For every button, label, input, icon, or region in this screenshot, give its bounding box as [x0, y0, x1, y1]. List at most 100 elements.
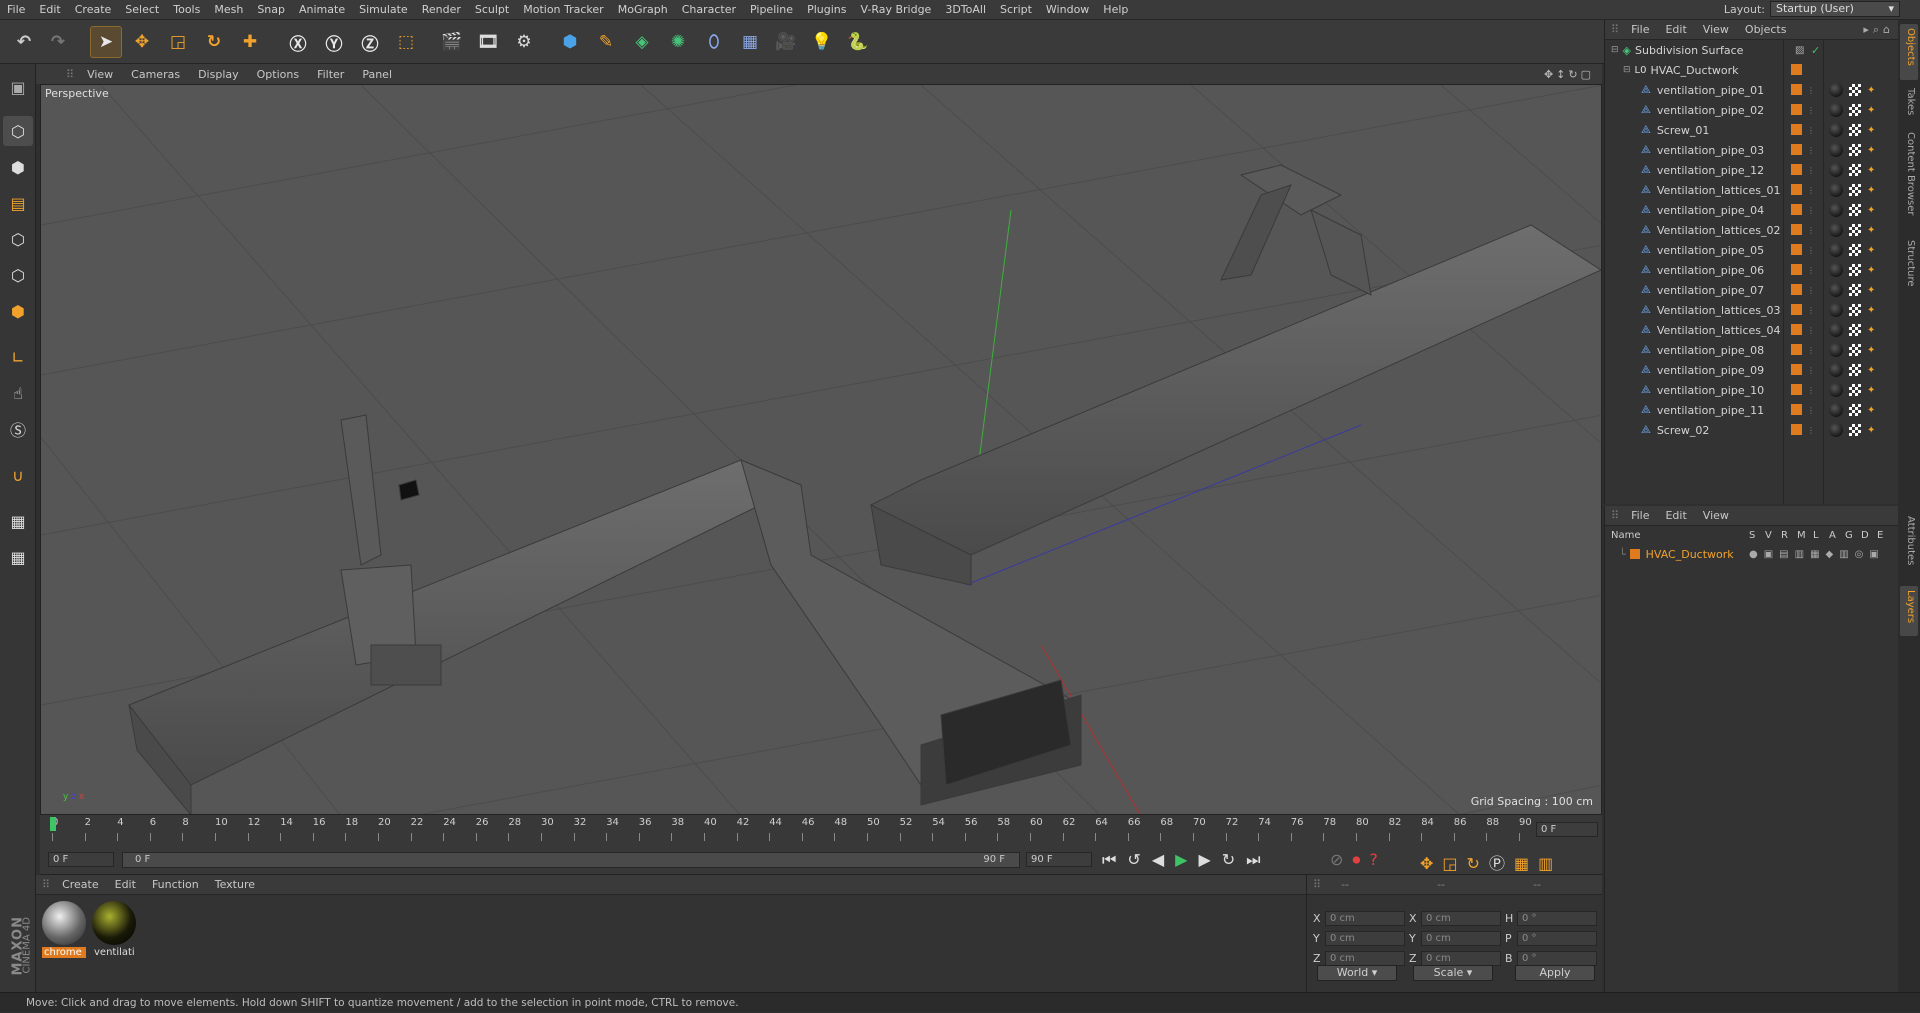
coord-value-field[interactable]: 0 cm — [1325, 911, 1405, 926]
object-row[interactable]: ⟁ ventilation_pipe_06 ⋮ ✦ — [1605, 260, 1901, 280]
menu-3dtoall[interactable]: 3DToAll — [938, 0, 993, 20]
visibility-dots-icon[interactable]: ⋮ — [1807, 226, 1815, 235]
menu-v-ray-bridge[interactable]: V-Ray Bridge — [853, 0, 938, 20]
z-axis-icon[interactable]: Ⓩ — [354, 26, 386, 58]
menu-animate[interactable]: Animate — [292, 0, 352, 20]
python-icon[interactable]: 🐍 — [842, 26, 874, 58]
texture-tag-icon[interactable] — [1849, 324, 1861, 336]
phong-tag-icon[interactable]: ✦ — [1867, 405, 1875, 416]
phong-tag-icon[interactable]: ✦ — [1867, 125, 1875, 136]
camera-icon[interactable]: 🎥 — [770, 26, 802, 58]
viewport-menu-panel[interactable]: Panel — [353, 68, 401, 81]
collapse-icon[interactable]: ⊟ — [1623, 65, 1631, 75]
frame-range-slider[interactable]: 0 F 90 F — [122, 852, 1020, 868]
layer-color-tag[interactable] — [1791, 164, 1802, 175]
scale-tool-icon[interactable]: ◲ — [162, 26, 194, 58]
viewport-menu-view[interactable]: View — [78, 68, 122, 81]
visibility-dots-icon[interactable]: ⋮ — [1807, 346, 1815, 355]
material-tag-icon[interactable] — [1829, 163, 1843, 177]
visibility-dots-icon[interactable]: ⋮ — [1807, 326, 1815, 335]
key-param-icon[interactable]: Ⓟ — [1489, 854, 1514, 873]
visibility-dots-icon[interactable]: ⋮ — [1807, 166, 1815, 175]
collapse-icon[interactable]: ⊟ — [1611, 45, 1619, 55]
coord-value-field[interactable]: 0 cm — [1421, 911, 1501, 926]
layer-color-tag[interactable] — [1791, 124, 1802, 135]
enable-check-icon[interactable]: ▨ — [1795, 45, 1804, 56]
coord-value-field[interactable]: 0 cm — [1325, 951, 1405, 966]
menu-character[interactable]: Character — [675, 0, 743, 20]
layer-column-header[interactable]: L — [1813, 530, 1819, 541]
layer-column-header[interactable]: V — [1765, 530, 1772, 541]
menu-script[interactable]: Script — [993, 0, 1039, 20]
material-tag-icon[interactable] — [1829, 123, 1843, 137]
material-tag-icon[interactable] — [1829, 323, 1843, 337]
floor-icon[interactable]: ▦ — [734, 26, 766, 58]
play-icon[interactable]: ▶ — [1175, 850, 1198, 869]
object-row-subdivision[interactable]: ⊟ ◈ Subdivision Surface ▨ ✓ — [1605, 40, 1901, 60]
object-row[interactable]: ⟁ ventilation_pipe_01 ⋮ ✦ — [1605, 80, 1901, 100]
layer-color-swatch[interactable] — [1629, 549, 1640, 559]
layers-menu-view[interactable]: View — [1695, 509, 1737, 522]
objects-menu-objects[interactable]: Objects — [1737, 23, 1795, 36]
menu-mograph[interactable]: MoGraph — [611, 0, 675, 20]
timeline-ruler[interactable]: 0246810121416182022242628303234363840424… — [40, 815, 1602, 845]
model-mode-icon[interactable]: ⬡ — [3, 116, 33, 146]
visibility-dots-icon[interactable]: ⋮ — [1807, 306, 1815, 315]
coord-value-field[interactable]: 0 ° — [1517, 951, 1597, 966]
layer-color-tag[interactable] — [1791, 184, 1802, 195]
material-tag-icon[interactable] — [1829, 283, 1843, 297]
render-picture-viewer-icon[interactable]: 🎞 — [472, 26, 504, 58]
tab-content-browser[interactable]: Content Browser — [1900, 128, 1918, 232]
material-tag-icon[interactable] — [1829, 423, 1843, 437]
menu-file[interactable]: File — [0, 0, 32, 20]
phong-tag-icon[interactable]: ✦ — [1867, 385, 1875, 396]
apply-button[interactable]: Apply — [1515, 965, 1595, 981]
layer-color-tag[interactable] — [1791, 284, 1802, 295]
tab-structure[interactable]: Structure — [1900, 236, 1918, 296]
texture-tag-icon[interactable] — [1849, 404, 1861, 416]
object-row[interactable]: ⟁ Screw_02 ⋮ ✦ — [1605, 420, 1901, 440]
menu-pipeline[interactable]: Pipeline — [743, 0, 800, 20]
layer-name[interactable]: HVAC_Ductwork — [1646, 548, 1734, 561]
visibility-dots-icon[interactable]: ⋮ — [1807, 386, 1815, 395]
visibility-dots-icon[interactable]: ⋮ — [1807, 286, 1815, 295]
visibility-dots-icon[interactable]: ⋮ — [1807, 106, 1815, 115]
visibility-dots-icon[interactable]: ⋮ — [1807, 146, 1815, 155]
key-position-icon[interactable]: ✥ — [1420, 854, 1442, 873]
material-menu-texture[interactable]: Texture — [207, 878, 263, 891]
grid-snap-icon[interactable]: ▦ — [3, 542, 33, 572]
texture-tag-icon[interactable] — [1849, 264, 1861, 276]
menu-tools[interactable]: Tools — [166, 0, 207, 20]
coordinate-system-icon[interactable]: ⬚ — [390, 26, 422, 58]
viewport-menu-options[interactable]: Options — [248, 68, 308, 81]
visibility-dots-icon[interactable]: ⋮ — [1807, 266, 1815, 275]
phong-tag-icon[interactable]: ✦ — [1867, 225, 1875, 236]
material-tag-icon[interactable] — [1829, 343, 1843, 357]
layer-column-header[interactable]: E — [1877, 530, 1883, 541]
subdivision-icon[interactable]: ◈ — [626, 26, 658, 58]
visibility-dots-icon[interactable]: ⋮ — [1807, 246, 1815, 255]
coord-value-field[interactable]: 0 ° — [1517, 911, 1597, 926]
material-ventilation[interactable]: ventilati — [92, 901, 136, 961]
tab-attributes[interactable]: Attributes — [1900, 512, 1918, 582]
material-chrome[interactable]: chrome — [42, 901, 86, 961]
menu-render[interactable]: Render — [415, 0, 468, 20]
material-tag-icon[interactable] — [1829, 143, 1843, 157]
step-forward-icon[interactable]: ▶ — [1198, 850, 1221, 869]
layer-row[interactable]: └ HVAC_Ductwork ●▣▤▥▦◆▥◎▣ — [1605, 546, 1901, 562]
phong-tag-icon[interactable]: ✦ — [1867, 205, 1875, 216]
world-dropdown[interactable]: World ▾ — [1317, 965, 1397, 981]
object-row[interactable]: ⟁ ventilation_pipe_03 ⋮ ✦ — [1605, 140, 1901, 160]
material-tag-icon[interactable] — [1829, 243, 1843, 257]
material-tag-icon[interactable] — [1829, 363, 1843, 377]
menu-select[interactable]: Select — [118, 0, 166, 20]
start-frame-field[interactable]: 0 F — [48, 852, 114, 867]
layer-color-tag[interactable] — [1791, 264, 1802, 275]
phong-tag-icon[interactable]: ✦ — [1867, 365, 1875, 376]
menu-sculpt[interactable]: Sculpt — [468, 0, 516, 20]
objects-menu-edit[interactable]: Edit — [1657, 23, 1694, 36]
texture-tag-icon[interactable] — [1849, 184, 1861, 196]
cube-icon[interactable]: ⬢ — [554, 26, 586, 58]
snap-icon[interactable]: Ⓢ — [3, 414, 33, 444]
playhead[interactable] — [50, 817, 56, 831]
